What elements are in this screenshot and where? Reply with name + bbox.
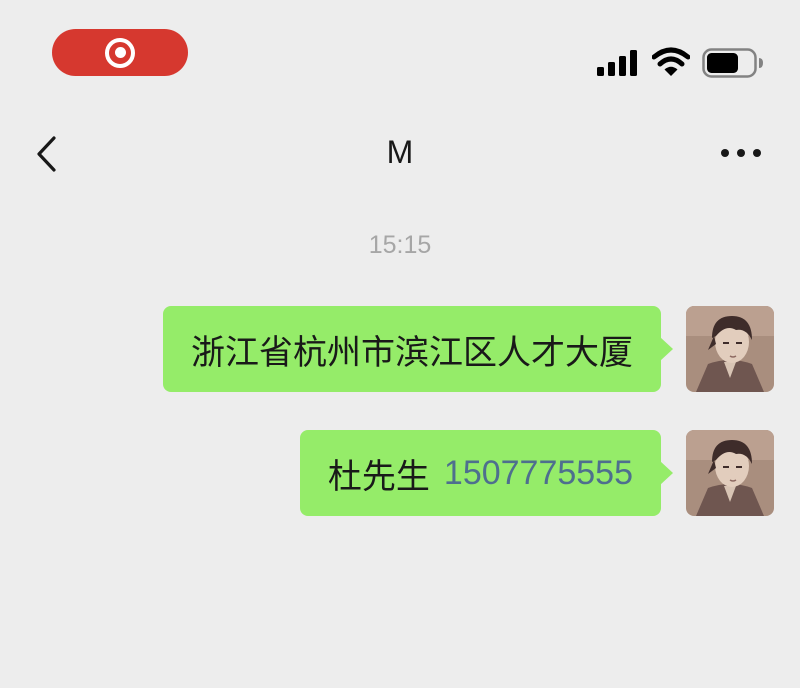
screen-record-icon [105,37,135,68]
bubble-tail [660,337,673,361]
chat-title: M [386,134,414,170]
message-timestamp: 15:15 [368,231,432,259]
wifi-icon [652,47,690,76]
screen-record-indicator[interactable] [52,29,188,76]
chat-header: M [0,110,800,200]
bubble-tail [660,461,673,485]
avatar[interactable] [686,430,774,516]
message-text: 浙江省杭州市滨江区人才大厦 [191,332,633,373]
avatar-illustration [686,306,774,392]
message-bubble[interactable]: 浙江省杭州市滨江区人才大厦 [163,306,673,392]
avatar[interactable] [686,306,774,392]
more-button[interactable] [716,138,766,168]
avatar-illustration [686,430,774,516]
message-text: 杜先生 [327,456,430,497]
message-row: 浙江省杭州市滨江区人才大厦 [0,306,800,392]
more-dots-icon [721,149,761,157]
message-bubble[interactable]: 杜先生 1507775555 [299,430,673,516]
cellular-signal-icon [597,50,637,76]
phone-number-link[interactable]: 1507775555 [444,454,633,493]
battery-icon [702,48,763,78]
message-row: 杜先生 1507775555 [0,430,800,516]
status-bar [0,0,800,100]
